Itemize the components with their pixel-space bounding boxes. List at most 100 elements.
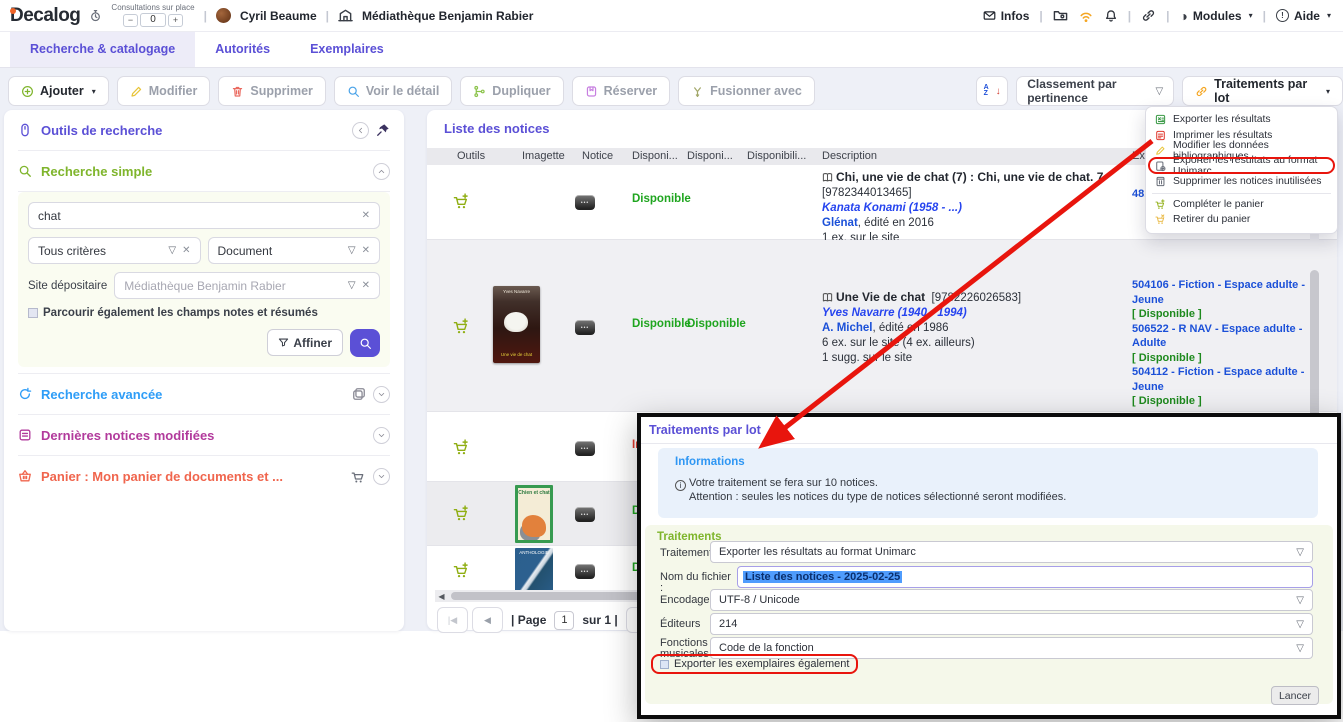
modifier-button[interactable]: Modifier — [117, 76, 211, 106]
infos-item[interactable]: Infos — [983, 9, 1030, 23]
notice-icon[interactable] — [575, 564, 595, 579]
notice-icon[interactable] — [575, 441, 595, 456]
modules-menu[interactable]: ◑ Modules — [1179, 8, 1252, 24]
notes-checkbox[interactable] — [28, 308, 38, 318]
notice-author[interactable]: Yves Navarre (1940 - 1994) — [822, 306, 1122, 321]
counter-value: 0 — [140, 13, 166, 27]
site-select[interactable]: Médiathèque Benjamin Rabier ▽ ✕ — [114, 272, 380, 299]
recherche-simple-header[interactable]: Recherche simple — [18, 151, 390, 191]
aide-menu[interactable]: ! Aide — [1276, 9, 1331, 23]
previous-page-button[interactable]: ◀ — [472, 607, 503, 633]
expand-section-button[interactable] — [373, 468, 390, 485]
export-exemplaires-checkbox[interactable] — [660, 660, 669, 669]
notice-publisher[interactable]: Glénat — [822, 217, 858, 229]
magnifier-icon — [359, 337, 372, 350]
notice-publisher[interactable]: A. Michel — [822, 322, 872, 334]
exemplaire-ref[interactable]: 506522 - R NAV - Espace adulte - Adulte — [1132, 322, 1337, 351]
supprimer-button[interactable]: Supprimer — [218, 76, 326, 106]
tab-autorites[interactable]: Autorités — [195, 32, 290, 67]
notice-title[interactable]: Chi, une vie de chat (7) : Chi, une vie … — [836, 170, 1103, 184]
exemplaire-ref[interactable]: 504106 - Fiction - Espace adulte - Jeune — [1132, 278, 1337, 307]
dropdown-caret-icon: ▽ — [1155, 86, 1163, 97]
lancer-button[interactable]: Lancer — [1271, 686, 1319, 705]
keyword-input[interactable]: chat ✕ — [28, 202, 380, 229]
exemplaire-status: [ Disponible ] — [1132, 351, 1337, 366]
notice-author[interactable]: Kanata Konami (1958 - ...) — [822, 201, 1122, 216]
recherche-avancee-header[interactable]: Recherche avancée — [18, 374, 390, 414]
page-number-input[interactable]: 1 — [554, 611, 574, 630]
collapse-panel-button[interactable] — [352, 122, 369, 139]
notice-published: , édité en 2016 — [858, 217, 934, 229]
editeurs-select[interactable]: 214 ▽ — [710, 613, 1313, 635]
book-cover-thumbnail[interactable]: Chien et chat — [515, 485, 553, 543]
dernieres-notices-header[interactable]: Dernières notices modifiées — [18, 415, 390, 455]
notice-icon[interactable] — [575, 320, 595, 335]
bell-icon[interactable] — [1104, 9, 1118, 23]
doctype-select[interactable]: Document ▽ ✕ — [208, 237, 381, 264]
stack-icon[interactable] — [352, 387, 366, 401]
user-name[interactable]: Cyril Beaume — [240, 9, 317, 23]
notice-title[interactable]: Une Vie de chat — [836, 290, 925, 304]
tab-exemplaires[interactable]: Exemplaires — [290, 32, 404, 67]
menu-item-supprimer-notices[interactable]: Supprimer les notices inutilisées — [1146, 174, 1337, 190]
broadcast-icon[interactable] — [1078, 8, 1094, 24]
counter-minus-button[interactable]: − — [123, 14, 138, 27]
expand-section-button[interactable] — [373, 427, 390, 444]
traitements-par-lot-button[interactable]: Traitements par lot — [1182, 76, 1343, 106]
dupliquer-button[interactable]: Dupliquer — [460, 76, 563, 106]
cart-icon[interactable] — [351, 469, 366, 484]
add-to-basket-icon[interactable] — [453, 439, 470, 461]
add-to-basket-icon[interactable] — [453, 505, 470, 527]
affiner-button[interactable]: Affiner — [267, 329, 343, 356]
fusionner-button[interactable]: Fusionner avec — [678, 76, 815, 106]
book-cover-thumbnail[interactable]: Yves Navarre Une vie de chat — [493, 286, 540, 363]
link-icon[interactable] — [1141, 8, 1156, 23]
notice-icon[interactable] — [575, 195, 595, 210]
clear-criteria-icon[interactable]: ✕ — [182, 245, 190, 256]
clear-keyword-icon[interactable]: ✕ — [362, 210, 370, 221]
add-to-basket-icon[interactable] — [453, 193, 470, 215]
sort-az-button[interactable]: AZ↓ — [976, 76, 1008, 106]
table-row[interactable]: Yves Navarre Une vie de chat Disponible … — [427, 240, 1337, 412]
panier-header[interactable]: Panier : Mon panier de documents et ... — [18, 456, 390, 496]
book-cover-thumbnail[interactable]: ANTHOLOGIE — [515, 548, 553, 591]
encodage-select[interactable]: UTF-8 / Unicode ▽ — [710, 589, 1313, 611]
counter-plus-button[interactable]: + — [168, 14, 183, 27]
first-page-button[interactable]: |◀ — [437, 607, 468, 633]
menu-item-completer-panier[interactable]: Compléter le panier — [1146, 197, 1337, 213]
col-description: Description — [822, 150, 877, 162]
tab-recherche-catalogage[interactable]: Recherche & catalogage — [10, 32, 195, 67]
doctype-value: Document — [218, 244, 342, 258]
ajouter-button[interactable]: Ajouter — [8, 76, 109, 106]
search-submit-button[interactable] — [350, 329, 380, 357]
menu-item-exporter-unimarc[interactable]: Exporter les résultats au format Unimarc — [1146, 159, 1337, 175]
site-placeholder: Médiathèque Benjamin Rabier — [124, 279, 342, 293]
reserver-button[interactable]: Réserver — [572, 76, 671, 106]
add-to-basket-icon[interactable] — [453, 318, 470, 340]
clear-doctype-icon[interactable]: ✕ — [362, 245, 370, 256]
expand-section-button[interactable] — [373, 386, 390, 403]
notice-icon[interactable] — [575, 507, 595, 522]
funnel-icon — [278, 337, 289, 348]
notes-checkbox-label: Parcourir également les champs notes et … — [43, 307, 318, 319]
menu-item-exporter-resultats[interactable]: Exporter les résultats — [1146, 112, 1337, 128]
menu-item-retirer-panier[interactable]: Retirer du panier — [1146, 212, 1337, 228]
add-to-basket-icon[interactable] — [453, 562, 470, 584]
collapse-section-button[interactable] — [373, 163, 390, 180]
nom-fichier-input[interactable]: Liste des notices - 2025-02-25 — [737, 566, 1313, 588]
traitement-select[interactable]: Exporter les résultats au format Unimarc… — [710, 541, 1313, 563]
site-name[interactable]: Médiathèque Benjamin Rabier — [362, 9, 533, 23]
folder-icon[interactable] — [1053, 8, 1068, 23]
reserver-label: Réserver — [604, 84, 658, 98]
hscroll-left-arrow[interactable]: ◀ — [435, 590, 448, 602]
notice-description: Une Vie de chat [9782226026583] Yves Nav… — [822, 290, 1122, 366]
voir-detail-label: Voir le détail — [366, 84, 439, 98]
clear-site-icon[interactable]: ✕ — [362, 280, 370, 291]
sidebar-title: Outils de recherche — [41, 123, 162, 138]
classement-select[interactable]: Classement par pertinence ▽ — [1016, 76, 1174, 106]
notes-checkbox-row[interactable]: Parcourir également les champs notes et … — [28, 307, 380, 319]
pin-icon[interactable] — [376, 123, 390, 137]
criteria-select[interactable]: Tous critères ▽ ✕ — [28, 237, 201, 264]
exemplaire-ref[interactable]: 504112 - Fiction - Espace adulte - Jeune — [1132, 365, 1337, 394]
voir-detail-button[interactable]: Voir le détail — [334, 76, 452, 106]
